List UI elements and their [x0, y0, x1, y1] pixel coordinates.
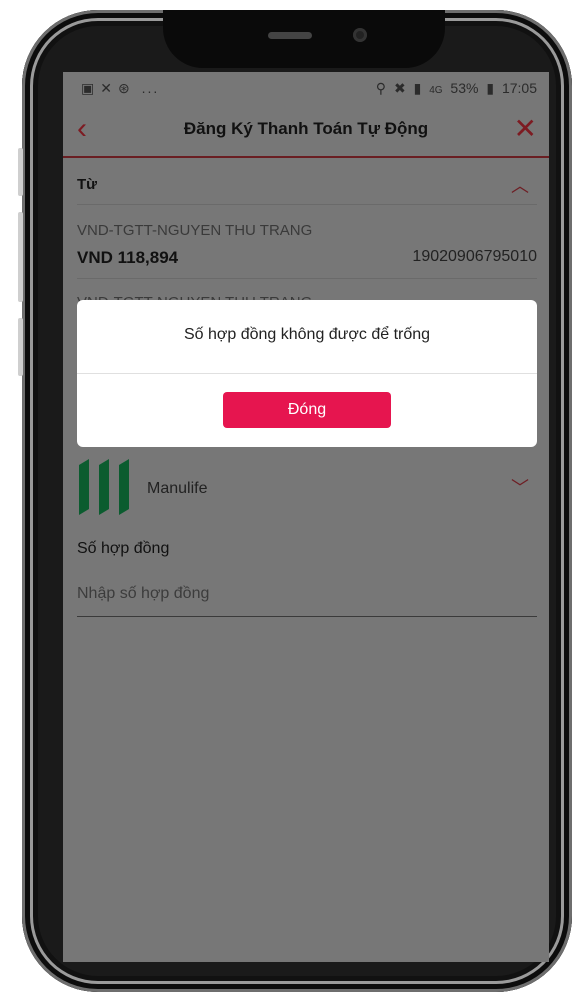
contract-number-label: Số hợp đồng: [77, 540, 170, 557]
more-notifications: ...: [141, 80, 160, 96]
location-icon: ⚲: [375, 80, 387, 96]
dialog-message: Số hợp đồng không được để trống: [183, 326, 431, 343]
manulife-logo: [79, 459, 129, 515]
close-button[interactable]: ✕: [514, 112, 537, 145]
speaker: [268, 32, 312, 39]
volume-button: [18, 148, 23, 196]
app-screen: ▣ ✕ ⊛ ... ⚲ ✖ ▮ 4G 53% ▮ 17:05 ‹ Đăng Ký T…: [63, 72, 549, 962]
provider-name[interactable]: Manulife: [147, 480, 207, 498]
close-icon: ✕: [513, 113, 537, 144]
missed-call-icon: ✕: [100, 80, 114, 96]
account-name: VND-TGTT-NGUYEN THU TRANG: [77, 222, 313, 239]
contract-number-input[interactable]: [77, 572, 537, 617]
dialog-divider: [77, 373, 537, 374]
network-type: 4G: [429, 85, 443, 96]
battery-icon: ▮: [486, 80, 495, 96]
messenger-icon: ⊛: [117, 80, 132, 96]
close-dialog-button[interactable]: Đóng: [223, 392, 391, 428]
error-dialog: Số hợp đồng không được để trống Đóng: [77, 300, 537, 447]
divider: [77, 278, 537, 279]
status-bar: ▣ ✕ ⊛ ... ⚲ ✖ ▮ 4G 53% ▮ 17:05: [63, 72, 549, 102]
clock: 17:05: [501, 80, 537, 96]
divider: [77, 204, 537, 205]
signal-icon: ▮: [413, 80, 422, 96]
chevron-down-icon[interactable]: ﹀: [511, 474, 529, 500]
bixby-button: [18, 318, 23, 376]
from-section-label: Từ: [77, 176, 98, 193]
front-camera: [353, 28, 367, 42]
account-number: 19020906795010: [412, 248, 537, 265]
account-balance: VND 118,894: [77, 248, 179, 267]
app-header: ‹ Đăng Ký Thanh Toán Tự Động ✕: [63, 104, 549, 158]
mute-icon: ✖: [393, 80, 406, 96]
battery-percent: 53%: [450, 80, 479, 96]
system-icons: ⚲ ✖ ▮ 4G 53% ▮ 17:05: [372, 80, 537, 97]
page-title: Đăng Ký Thanh Toán Tự Động: [183, 119, 429, 138]
phone-notch: [163, 10, 445, 68]
chevron-up-icon[interactable]: ︿: [511, 172, 529, 198]
image-icon: ▣: [81, 80, 97, 96]
notification-icons: ▣ ✕ ⊛ ...: [77, 80, 159, 97]
volume-button: [18, 212, 23, 302]
